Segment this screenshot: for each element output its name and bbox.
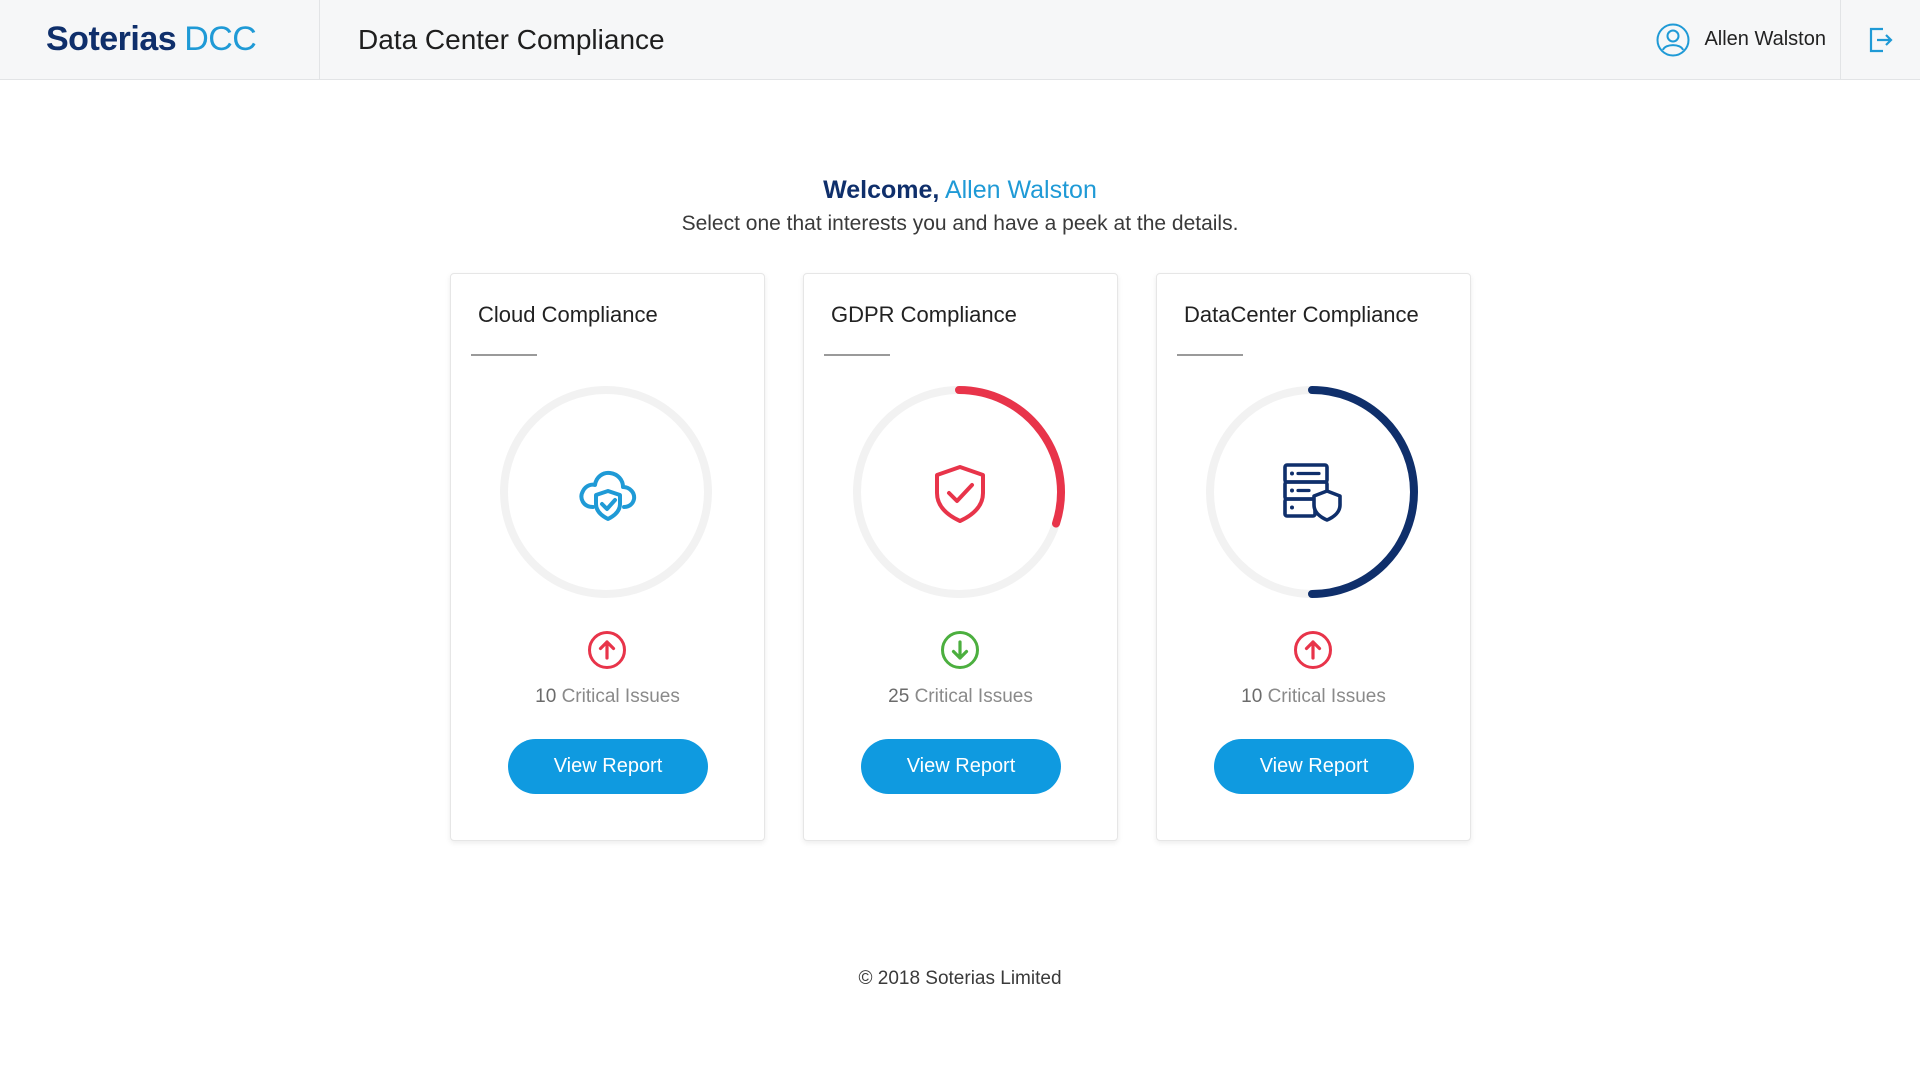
card-gdpr-compliance[interactable]: GDPR Compliance 25 Critical Issues View … — [803, 273, 1118, 841]
user-menu[interactable]: Allen Walston — [1656, 0, 1840, 80]
page-title: Data Center Compliance — [358, 23, 665, 55]
logout-icon — [1869, 27, 1893, 52]
top-header: Soterias DCC Data Center Compliance Alle… — [0, 0, 1920, 80]
issues-label: Critical Issues — [1267, 686, 1386, 707]
view-report-button[interactable]: View Report — [508, 739, 708, 794]
critical-issues: 10 Critical Issues — [451, 686, 764, 708]
welcome-greeting: Welcome, — [823, 176, 940, 204]
welcome-user-name: Allen Walston — [944, 176, 1097, 204]
welcome-subtitle: Select one that interests you and have a… — [681, 212, 1239, 235]
view-report-button[interactable]: View Report — [1214, 739, 1414, 794]
critical-issues: 10 Critical Issues — [1157, 686, 1470, 708]
trend-up-icon — [1294, 631, 1332, 669]
view-report-button[interactable]: View Report — [861, 739, 1061, 794]
card-title: GDPR Compliance — [831, 302, 1017, 327]
issues-label: Critical Issues — [561, 686, 680, 707]
compliance-cards: Cloud Compliance 10 Critical Issues View… — [450, 273, 1471, 841]
card-divider — [1177, 354, 1243, 356]
cloud-shield-icon — [579, 470, 637, 521]
issues-count: 10 — [535, 686, 557, 707]
trend-up-icon — [588, 631, 626, 669]
card-title: Cloud Compliance — [478, 302, 658, 327]
shield-check-icon — [935, 465, 985, 523]
critical-issues: 25 Critical Issues — [804, 686, 1117, 708]
issues-count: 25 — [888, 686, 910, 707]
welcome-section: Welcome, Allen Walston Select one that i… — [0, 176, 1920, 236]
footer-copyright: © 2018 Soterias Limited — [858, 968, 1062, 989]
user-name: Allen Walston — [1704, 28, 1826, 50]
logout-button[interactable] — [1840, 0, 1920, 80]
welcome-heading: Welcome, Allen Walston — [0, 176, 1920, 210]
server-shield-icon — [1283, 463, 1342, 522]
issues-label: Critical Issues — [914, 686, 1033, 707]
card-divider — [824, 354, 890, 356]
card-title: DataCenter Compliance — [1184, 302, 1419, 327]
card-divider — [471, 354, 537, 356]
brand-name: Soterias — [46, 20, 177, 58]
card-datacenter-compliance[interactable]: DataCenter Compliance 10 Critical Issues… — [1156, 273, 1471, 841]
issues-count: 10 — [1241, 686, 1263, 707]
trend-down-icon — [941, 631, 979, 669]
brand-logo[interactable]: Soterias DCC — [0, 0, 320, 80]
user-avatar-icon — [1656, 23, 1690, 56]
brand-suffix: DCC — [184, 20, 257, 58]
card-cloud-compliance[interactable]: Cloud Compliance 10 Critical Issues View… — [450, 273, 765, 841]
